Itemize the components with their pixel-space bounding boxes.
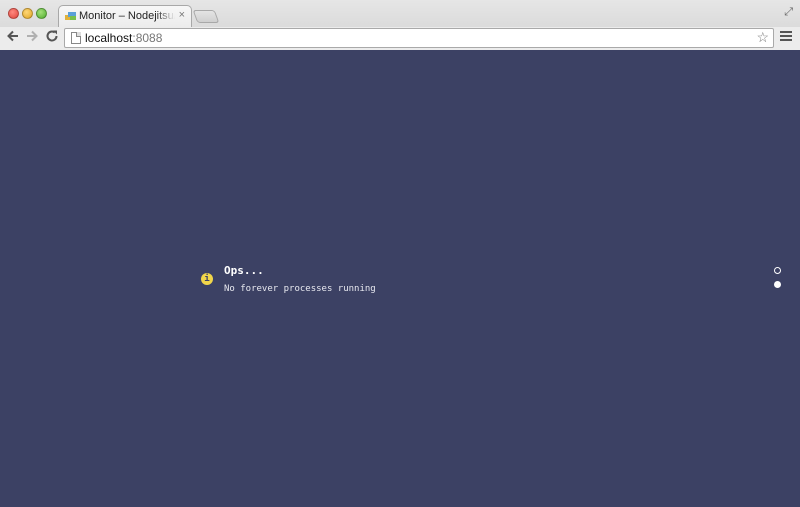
fullscreen-icon[interactable]: ⤢ <box>784 6 793 19</box>
browser-toolbar: localhost:8088 ☆ <box>0 27 800 50</box>
window-maximize-button[interactable] <box>36 8 47 19</box>
tab-bar: Monitor – Nodejitsu/forever × ⤢ <box>0 0 800 27</box>
back-button[interactable] <box>5 29 21 45</box>
reload-icon <box>46 30 58 42</box>
nodejitsu-favicon-icon <box>65 12 76 20</box>
pagination-dot-1[interactable] <box>774 267 781 274</box>
address-bar[interactable]: localhost:8088 ☆ <box>64 28 774 48</box>
url-text[interactable]: localhost:8088 <box>85 31 162 45</box>
url-host: localhost <box>85 31 133 45</box>
tab-close-icon[interactable]: × <box>179 9 185 21</box>
browser-chrome: Monitor – Nodejitsu/forever × ⤢ localhos… <box>0 0 800 50</box>
message-body: No forever processes running <box>224 284 376 294</box>
page-content: i Ops... No forever processes running <box>0 51 800 507</box>
forward-button[interactable] <box>24 29 40 45</box>
page-icon <box>71 32 81 44</box>
new-tab-button[interactable] <box>192 10 220 23</box>
arrow-right-icon <box>27 30 38 42</box>
arrow-left-icon <box>7 30 18 42</box>
browser-menu-button[interactable] <box>780 31 792 43</box>
reload-button[interactable] <box>44 29 60 45</box>
window-minimize-button[interactable] <box>22 8 33 19</box>
pagination-dot-2[interactable] <box>774 281 781 288</box>
tab-title: Monitor – Nodejitsu/forever <box>79 10 175 22</box>
page-pagination <box>774 267 781 295</box>
info-icon: i <box>201 273 213 285</box>
url-port: :8088 <box>132 31 163 45</box>
browser-tab[interactable]: Monitor – Nodejitsu/forever × <box>58 5 192 27</box>
message-title: Ops... <box>224 264 264 277</box>
hamburger-icon <box>780 31 792 33</box>
window-close-button[interactable] <box>8 8 19 19</box>
bookmark-star-icon[interactable]: ☆ <box>756 29 769 46</box>
